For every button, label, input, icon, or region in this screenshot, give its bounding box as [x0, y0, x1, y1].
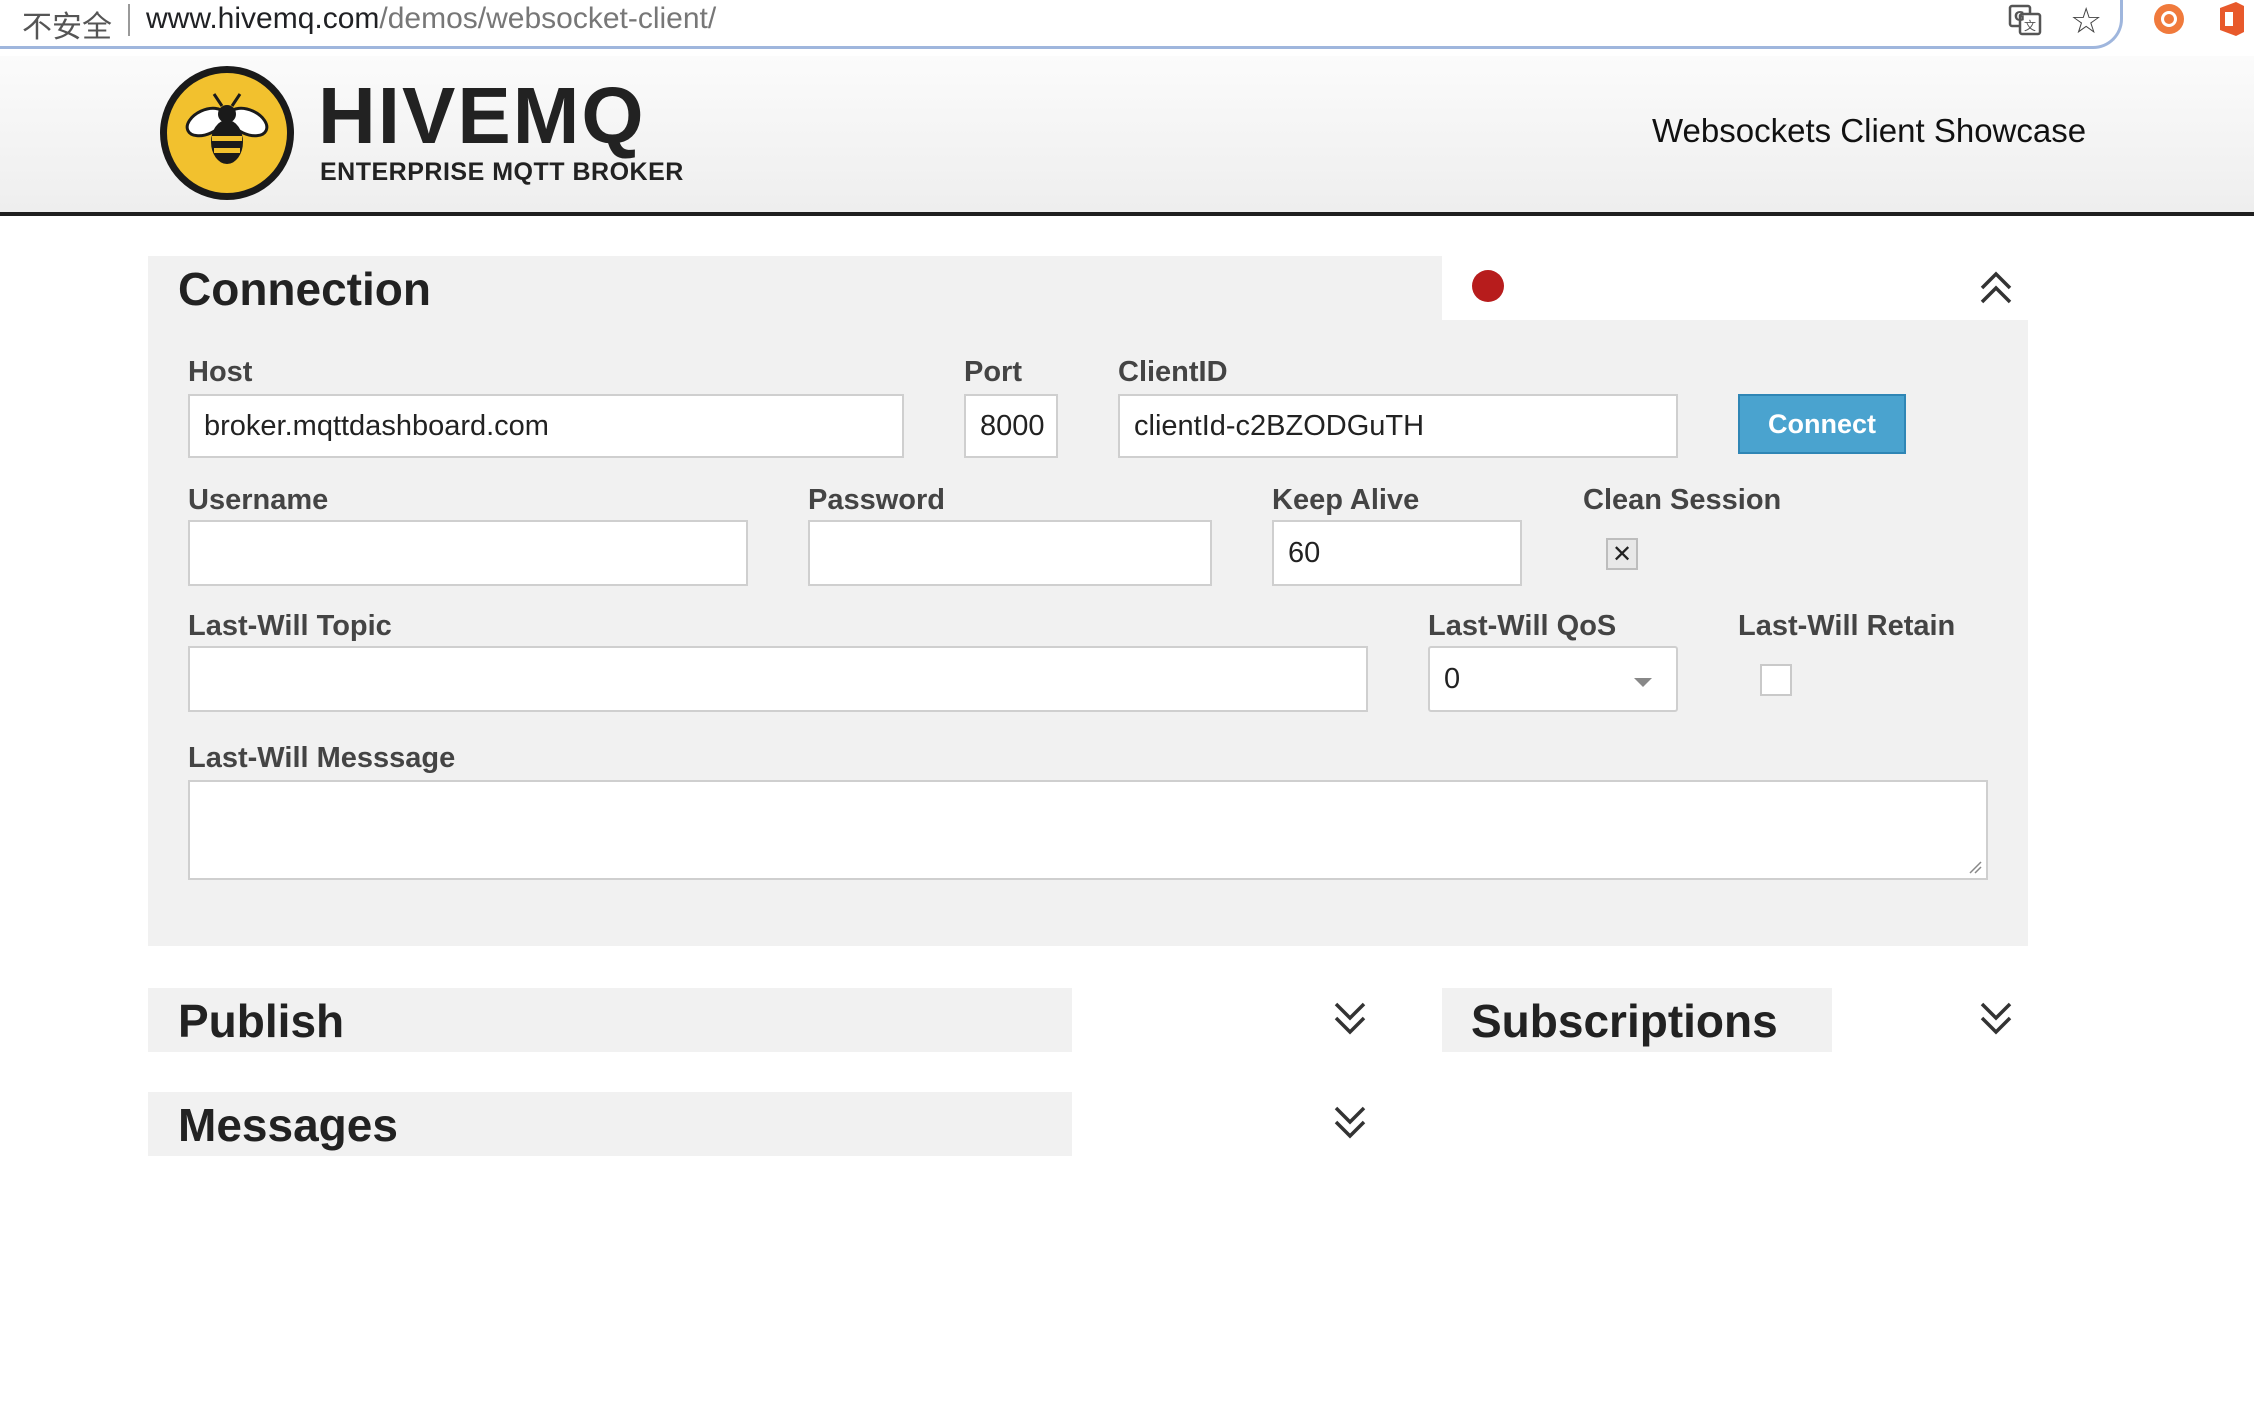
svg-text:文: 文: [2024, 18, 2036, 33]
subscriptions-title: Subscriptions: [1471, 995, 1778, 1047]
expand-messages-chevron-down-icon[interactable]: [1330, 1102, 1370, 1142]
client-id-label: ClientID: [1118, 356, 1228, 388]
host-label: Host: [188, 356, 253, 388]
port-label: Port: [964, 356, 1022, 388]
office-extension-icon[interactable]: [2216, 0, 2246, 38]
connection-title: Connection: [178, 263, 431, 315]
clean-session-label: Clean Session: [1583, 484, 1782, 516]
last-will-message-label: Last-Will Messsage: [188, 742, 456, 774]
last-will-retain-label: Last-Will Retain: [1738, 610, 1956, 642]
last-will-retain-checkbox[interactable]: [1760, 664, 1792, 696]
dropdown-arrow-icon: [1634, 678, 1652, 687]
extension-icon[interactable]: [2152, 2, 2186, 36]
password-input[interactable]: [808, 520, 1212, 586]
url-divider: [128, 4, 130, 36]
url-text[interactable]: www.hivemq.com/demos/websocket-client/: [146, 2, 716, 36]
connection-status-indicator: [1472, 270, 1504, 302]
last-will-qos-label: Last-Will QoS: [1428, 610, 1617, 642]
url-path: /demos/websocket-client/: [379, 2, 717, 35]
resize-grip-icon[interactable]: [1968, 860, 1982, 874]
connect-button[interactable]: Connect: [1738, 394, 1906, 454]
hivemq-bee-logo-icon[interactable]: [158, 64, 296, 202]
translate-icon[interactable]: G 文: [2008, 2, 2042, 36]
bookmark-star-icon[interactable]: ☆: [2070, 0, 2102, 42]
last-will-message-textarea[interactable]: [188, 780, 1988, 880]
client-id-input[interactable]: clientId-c2BZODGuTH: [1118, 394, 1678, 458]
url-host: www.hivemq.com: [146, 2, 380, 35]
expand-publish-chevron-down-icon[interactable]: [1330, 998, 1370, 1038]
last-will-topic-input[interactable]: [188, 646, 1368, 712]
host-input[interactable]: broker.mqttdashboard.com: [188, 394, 904, 458]
password-label: Password: [808, 484, 945, 516]
collapse-chevron-up-icon[interactable]: [1976, 268, 2016, 308]
last-will-qos-select[interactable]: 0: [1428, 646, 1678, 712]
last-will-qos-value: 0: [1444, 662, 1461, 695]
keep-alive-input[interactable]: 60: [1272, 520, 1522, 586]
logo-subtitle: ENTERPRISE MQTT BROKER: [320, 158, 684, 186]
messages-title: Messages: [178, 1099, 398, 1151]
username-label: Username: [188, 484, 329, 516]
logo-wordmark[interactable]: HIVEMQ: [318, 74, 646, 158]
security-indicator[interactable]: 不安全: [22, 2, 112, 46]
expand-subscriptions-chevron-down-icon[interactable]: [1976, 998, 2016, 1038]
port-input[interactable]: 8000: [964, 394, 1058, 458]
publish-title: Publish: [178, 995, 345, 1047]
last-will-topic-label: Last-Will Topic: [188, 610, 392, 642]
username-input[interactable]: [188, 520, 748, 586]
header-title: Websockets Client Showcase: [1652, 112, 2087, 149]
clean-session-checkbox[interactable]: ✕: [1606, 538, 1638, 570]
keep-alive-label: Keep Alive: [1272, 484, 1420, 516]
